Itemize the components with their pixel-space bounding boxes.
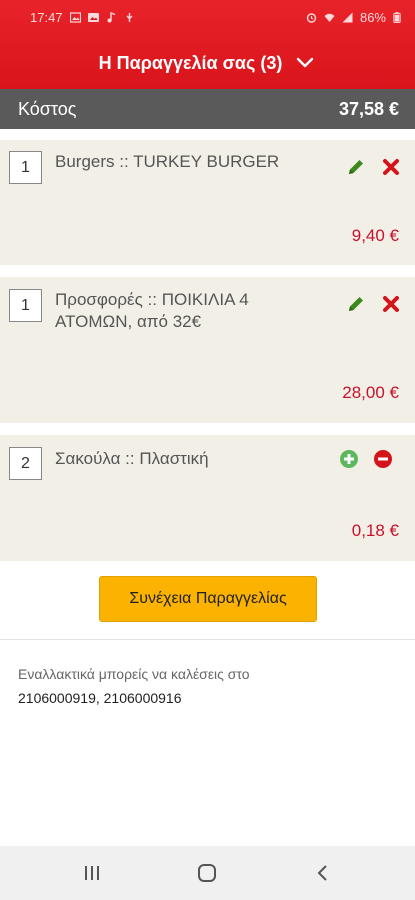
plus-icon[interactable] — [338, 448, 360, 470]
status-time: 17:47 — [30, 9, 63, 25]
continue-order-button[interactable]: Συνέχεια Παραγγελίας — [99, 576, 317, 622]
order-item: 2 Σακούλα :: Πλαστική 0,18 € — [0, 435, 415, 561]
home-icon[interactable] — [192, 858, 222, 888]
battery-icon — [393, 11, 401, 23]
quantity-input[interactable]: 1 — [9, 151, 42, 184]
status-bar: 17:47 86% — [0, 0, 415, 34]
chevron-down-icon[interactable] — [294, 52, 316, 74]
phone-numbers[interactable]: 2106000919, 2106000916 — [18, 690, 182, 706]
gallery-notification-icon — [87, 12, 99, 22]
quantity-input[interactable]: 1 — [9, 289, 42, 322]
signal-icon — [342, 12, 353, 22]
item-name: Σακούλα :: Πλαστική — [55, 449, 209, 468]
item-name: Burgers :: TURKEY BURGER — [55, 152, 280, 171]
delete-icon[interactable] — [380, 293, 402, 315]
cost-total: 37,58 € — [338, 98, 399, 119]
item-price: 9,40 € — [351, 226, 399, 245]
cost-label: Κόστος — [18, 98, 77, 119]
minus-icon[interactable] — [372, 448, 394, 470]
system-nav-bar — [0, 846, 415, 900]
page-title: Η Παραγγελία σας (3) — [98, 52, 283, 73]
music-notification-icon — [107, 11, 115, 22]
edit-icon[interactable] — [345, 293, 367, 315]
image-notification-icon — [69, 11, 81, 23]
alternative-call-text: Εναλλακτικά μπορείς να καλέσεις στο — [18, 666, 250, 682]
wifi-icon — [324, 13, 335, 22]
edit-icon[interactable] — [345, 156, 367, 178]
delete-icon[interactable] — [380, 156, 402, 178]
item-price: 0,18 € — [351, 521, 399, 540]
back-icon[interactable] — [308, 858, 338, 888]
battery-level: 86% — [359, 9, 386, 25]
cost-bar: Κόστος 37,58 € — [0, 89, 415, 129]
quantity-input[interactable]: 2 — [9, 447, 42, 480]
recent-apps-icon[interactable] — [77, 858, 107, 888]
item-price: 28,00 € — [342, 383, 399, 402]
app-header: 17:47 86% Η Παραγγελία σας (3) — [0, 0, 415, 89]
usb-notification-icon — [126, 12, 133, 22]
order-item: 1 Προσφορές :: ΠΟΙΚΙΛΙΑ 4 ΑΤΟΜΩΝ, από 32… — [0, 277, 415, 423]
alarm-icon — [306, 12, 317, 23]
order-item: 1 Burgers :: TURKEY BURGER 9,40 € — [0, 140, 415, 265]
divider — [0, 639, 415, 640]
item-name: Προσφορές :: ΠΟΙΚΙΛΙΑ 4 ΑΤΟΜΩΝ, από 32€ — [55, 290, 249, 331]
order-title-toggle[interactable]: Η Παραγγελία σας (3) — [0, 44, 415, 82]
